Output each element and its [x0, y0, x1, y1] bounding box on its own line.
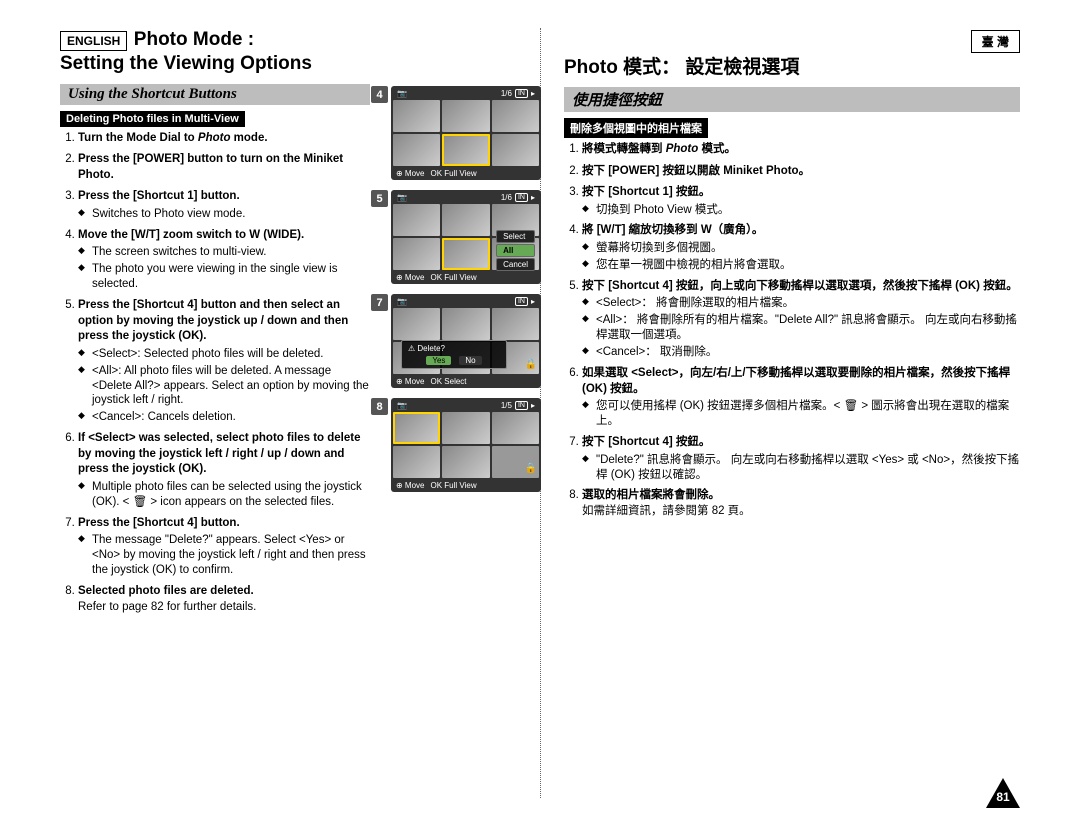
screenshots-column: 4 📷 1/6IN▸ ⊕ MoveOK Full View 5 📷 1/6IN▸	[378, 86, 554, 621]
steps-en: Turn the Mode Dial to Photo mode. Press …	[60, 131, 370, 615]
title-zh: Photo 模式： 設定檢視選項	[564, 52, 1020, 79]
device-screen-7: 7 📷IN▸ ⚠ Delete? YesNo 🔒 ⊕ MoveOK Select	[391, 294, 541, 388]
lock-icon: 🔒	[525, 463, 537, 474]
chinese-column: 臺 灣 Photo 模式： 設定檢視選項 使用捷徑按鈕 刪除多個視圖中的相片檔案…	[554, 30, 1020, 621]
lang-badge-en: ENGLISH	[60, 31, 127, 51]
page-number-badge: 81	[986, 778, 1020, 812]
play-icon: ▸	[531, 89, 535, 98]
steps-zh: 將模式轉盤轉到 Photo 模式。 按下 [POWER] 按鈕以開啟 Minik…	[564, 142, 1020, 519]
lock-icon: 🔒	[525, 359, 537, 370]
device-screen-8: 8 📷 1/5IN▸ 🔒 ⊕ MoveOK Full View	[391, 398, 541, 492]
section-head-en: Deleting Photo files in Multi-View	[60, 111, 245, 127]
delete-dialog: ⚠ Delete? YesNo	[401, 340, 507, 369]
manual-page: ENGLISH Photo Mode : Setting the Viewing…	[0, 0, 1080, 830]
step-badge: 4	[371, 86, 388, 103]
camera-icon: 📷	[397, 89, 407, 98]
subtitle-en: Using the Shortcut Buttons	[60, 84, 370, 105]
memory-icon: IN	[515, 89, 528, 98]
popup-menu: Select All Cancel	[496, 230, 535, 271]
device-screen-5: 5 📷 1/6IN▸ Select All Cancel ⊕ MoveOK Fu…	[391, 190, 541, 284]
title-en-line1: Photo Mode :	[134, 29, 254, 50]
section-head-zh: 刪除多個視圖中的相片檔案	[564, 118, 708, 138]
subtitle-zh: 使用捷徑按鈕	[564, 87, 1020, 112]
english-column: ENGLISH Photo Mode : Setting the Viewing…	[60, 30, 378, 621]
title-en-line2: Setting the Viewing Options	[60, 53, 370, 76]
device-screen-4: 4 📷 1/6IN▸ ⊕ MoveOK Full View	[391, 86, 541, 180]
lang-badge-zh: 臺 灣	[971, 30, 1020, 53]
